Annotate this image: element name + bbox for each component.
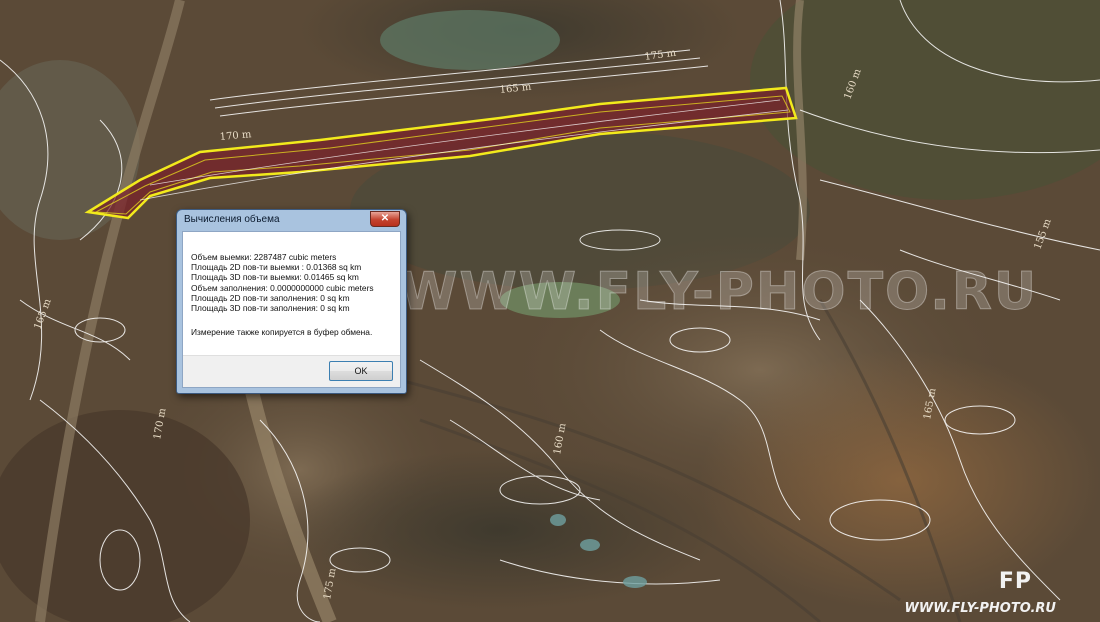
- cut-3d-area-line: Площадь 3D пов-ти выемки: 0.01465 sq km: [191, 272, 359, 283]
- result-lines: Объем выемки: 2287487 cubic meters Площа…: [191, 252, 374, 313]
- volume-calculation-dialog: Вычисления объема ✕ Объем выемки: 228748…: [176, 209, 407, 394]
- brand-url: WWW.FLY-PHOTO.RU: [904, 601, 1056, 616]
- fill-2d-area-line: Площадь 2D пов-ти заполнения: 0 sq km: [191, 292, 350, 303]
- clipboard-note: Измерение также копируется в буфер обмен…: [191, 327, 373, 337]
- dialog-title: Вычисления объема: [184, 214, 280, 225]
- fill-3d-area-line: Площадь 3D пов-ти заполнения: 0 sq km: [191, 302, 350, 313]
- close-button[interactable]: ✕: [370, 211, 400, 227]
- ok-button[interactable]: OK: [329, 361, 393, 381]
- fill-volume-line: Объем заполнения: 0.0000000000 cubic met…: [191, 282, 374, 293]
- aerial-map[interactable]: 165 m 160 m 170 m 175 m 155 m 165 m 170 …: [0, 0, 1100, 622]
- dialog-body: Объем выемки: 2287487 cubic meters Площа…: [182, 231, 401, 388]
- brand-logo: FP: [998, 569, 1032, 594]
- cut-volume-line: Объем выемки: 2287487 cubic meters: [191, 252, 337, 262]
- dialog-titlebar[interactable]: Вычисления объема ✕: [177, 210, 406, 230]
- cut-2d-area-line: Площадь 2D пов-ти выемки : 0.01368 sq km: [191, 262, 362, 273]
- button-band: OK: [183, 355, 400, 387]
